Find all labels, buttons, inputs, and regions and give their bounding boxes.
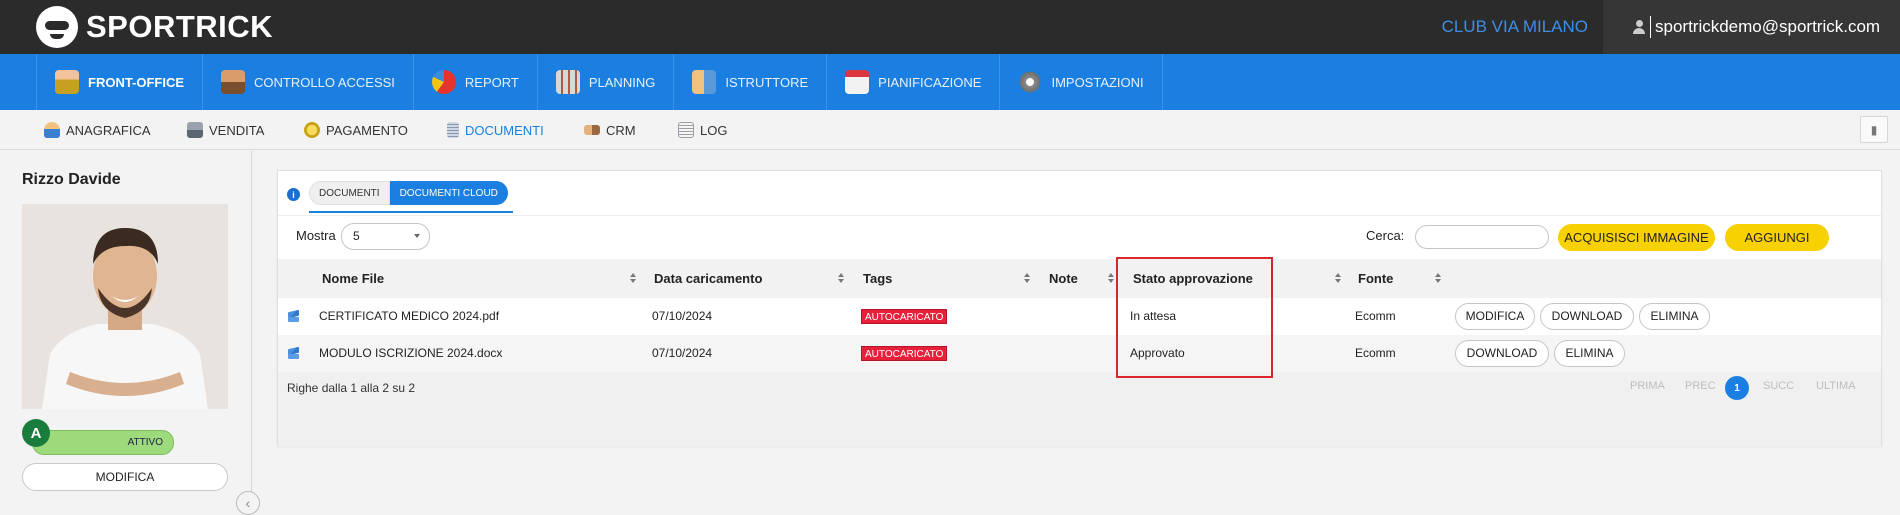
nav-report[interactable]: REPORT	[414, 54, 538, 110]
table-row: MODULO ISCRIZIONE 2024.docx 07/10/2024 A…	[278, 335, 1881, 372]
nav-controllo-accessi[interactable]: CONTROLLO ACCESSI	[203, 54, 414, 110]
nav-front-office[interactable]: FRONT-OFFICE	[36, 54, 204, 118]
nav-planning[interactable]: PLANNING	[538, 54, 675, 110]
edit-button[interactable]: MODIFICA	[1455, 303, 1535, 330]
sort-icon[interactable]	[1435, 273, 1442, 284]
active-tab-underline	[309, 211, 513, 213]
column-header-date[interactable]: Data caricamento	[654, 259, 762, 298]
table-row: CERTIFICATO MEDICO 2024.pdf 07/10/2024 A…	[278, 298, 1881, 335]
divider	[278, 215, 1881, 216]
client-panel: Rizzo Davide A ATTIVO MODIFICA ‹	[0, 151, 260, 515]
user-separator	[1650, 16, 1651, 38]
download-button[interactable]: DOWNLOAD	[1540, 303, 1634, 330]
client-name: Rizzo Davide	[22, 171, 121, 188]
dropbox-icon	[287, 311, 300, 322]
table-info: Righe dalla 1 alla 2 su 2	[287, 381, 416, 395]
subnav-crm[interactable]: CRM	[584, 110, 636, 150]
nav-pianificazione[interactable]: PIANIFICAZIONE	[827, 54, 1001, 110]
dropbox-icon	[287, 348, 300, 359]
chevron-left-icon: ‹	[245, 495, 251, 511]
tab-documenti-cloud[interactable]: DOCUMENTI CLOUD	[389, 181, 508, 205]
highlight-box	[1116, 257, 1273, 378]
column-header-note[interactable]: Note	[1049, 259, 1078, 298]
pin-icon: ▮	[1870, 122, 1878, 137]
caret-down-icon	[414, 234, 420, 238]
logo-text: SPORTRICK	[86, 9, 274, 44]
cell-file-name: MODULO ISCRIZIONE 2024.docx	[319, 346, 503, 360]
cell-source: Ecomm	[1355, 309, 1396, 323]
report-icon	[431, 70, 456, 94]
page-size-label: Mostra	[296, 228, 336, 243]
subnav-anagrafica[interactable]: ANAGRAFICA	[44, 110, 151, 150]
delete-button[interactable]: ELIMINA	[1554, 340, 1625, 367]
column-header-file[interactable]: Nome File	[322, 259, 384, 298]
documents-panel: i DOCUMENTI DOCUMENTI CLOUD Mostra 5 Cer…	[277, 170, 1882, 446]
person-icon	[44, 122, 60, 138]
document-tabs: DOCUMENTI DOCUMENTI CLOUD	[309, 181, 508, 205]
tab-documenti[interactable]: DOCUMENTI	[309, 181, 390, 205]
add-document-button[interactable]: AGGIUNGI	[1725, 224, 1829, 251]
tag-badge: AUTOCARICATO	[861, 346, 948, 361]
cell-source: Ecomm	[1355, 346, 1396, 360]
sub-nav: ANAGRAFICA VENDITA PAGAMENTO DOCUMENTI C…	[0, 110, 1900, 150]
cash-register-icon	[187, 122, 203, 138]
cell-upload-date: 07/10/2024	[652, 309, 713, 323]
pagination-next[interactable]: SUCC	[1763, 380, 1794, 392]
table-footer: Righe dalla 1 alla 2 su 2 PRIMA PREC 1 S…	[278, 372, 1881, 446]
search-label: Cerca:	[1366, 228, 1405, 243]
pin-button[interactable]: ▮	[1860, 116, 1888, 143]
client-category-badge: A	[22, 419, 50, 447]
top-bar: SPORTRICK CLUB VIA MILANO sportrickdemo@…	[0, 0, 1900, 54]
coin-icon	[304, 122, 320, 138]
sort-icon[interactable]	[630, 273, 637, 284]
handshake-icon	[584, 125, 600, 135]
user-email: sportrickdemo@sportrick.com	[1655, 17, 1881, 36]
info-icon[interactable]: i	[287, 188, 300, 201]
subnav-documenti[interactable]: DOCUMENTI	[447, 110, 544, 150]
instructor-icon	[692, 70, 717, 94]
calendar-icon	[845, 70, 870, 94]
search-input[interactable]	[1415, 225, 1549, 249]
planning-icon	[555, 70, 580, 94]
user-menu[interactable]: sportrickdemo@sportrick.com	[1603, 0, 1900, 54]
nav-istruttore[interactable]: ISTRUTTORE	[674, 54, 828, 110]
table-header: Nome File Data caricamento Tags Note Sta…	[278, 259, 1881, 298]
logo-mascot-icon	[36, 6, 78, 48]
sort-icon[interactable]	[1335, 273, 1342, 284]
user-icon	[1633, 20, 1645, 34]
pagination-first[interactable]: PRIMA	[1630, 380, 1665, 392]
nav-impostazioni[interactable]: IMPOSTAZIONI	[1000, 54, 1163, 110]
pagination-last[interactable]: ULTIMA	[1816, 380, 1856, 392]
delete-button[interactable]: ELIMINA	[1639, 303, 1710, 330]
cell-file-name: CERTIFICATO MEDICO 2024.pdf	[319, 309, 500, 323]
edit-client-button[interactable]: MODIFICA	[22, 463, 228, 491]
club-name[interactable]: CLUB VIA MILANO	[1442, 0, 1588, 54]
subnav-vendita[interactable]: VENDITA	[187, 110, 264, 150]
subnav-pagamento[interactable]: PAGAMENTO	[304, 110, 408, 150]
log-icon	[678, 122, 694, 138]
column-header-source[interactable]: Fonte	[1358, 259, 1393, 298]
front-office-icon	[55, 70, 79, 94]
sort-icon[interactable]	[1024, 273, 1031, 284]
logo[interactable]: SPORTRICK	[36, 5, 273, 49]
collapse-panel-button[interactable]: ‹	[236, 491, 260, 515]
settings-icon	[1018, 70, 1043, 94]
column-header-tags[interactable]: Tags	[863, 259, 892, 298]
sort-icon[interactable]	[1108, 273, 1115, 284]
download-button[interactable]: DOWNLOAD	[1455, 340, 1549, 367]
pagination-prev[interactable]: PREC	[1685, 380, 1716, 392]
main-nav: FRONT-OFFICE CONTROLLO ACCESSI REPORT PL…	[0, 54, 1900, 118]
client-photo	[22, 204, 228, 409]
cell-upload-date: 07/10/2024	[652, 346, 713, 360]
sort-icon[interactable]	[838, 273, 845, 284]
acquire-image-button[interactable]: ACQUISISCI IMMAGINE	[1558, 224, 1715, 251]
status-badge: ATTIVO	[32, 430, 174, 455]
subnav-log[interactable]: LOG	[678, 110, 727, 150]
access-control-icon	[221, 70, 246, 94]
pagination-current-page[interactable]: 1	[1725, 376, 1749, 400]
document-icon	[447, 122, 459, 138]
tag-badge: AUTOCARICATO	[861, 309, 948, 324]
